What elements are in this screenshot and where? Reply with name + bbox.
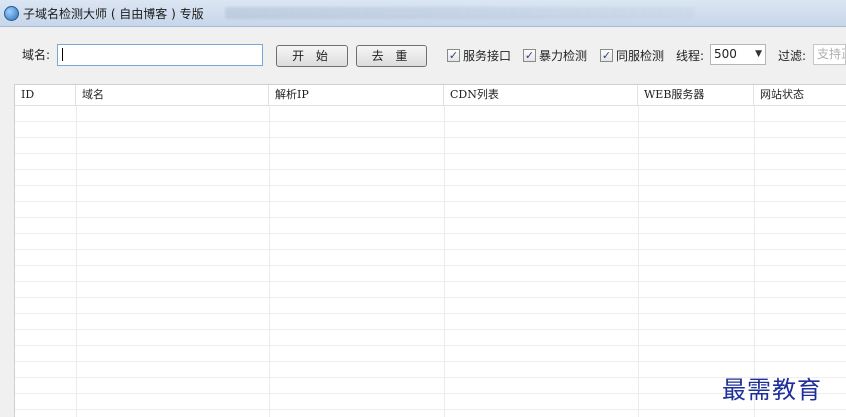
domain-input[interactable] <box>57 44 263 66</box>
chevron-down-icon: ▼ <box>755 49 762 59</box>
threads-select[interactable]: 500 ▼ <box>710 44 766 65</box>
filter-placeholder: 支持正 <box>817 47 845 61</box>
window-title: 子域名检测大师 ( 自由博客 ) 专版 <box>23 7 204 21</box>
bruteforce-label: 暴力检测 <box>539 49 588 63</box>
same-server-checkbox[interactable]: ✓ <box>600 49 613 62</box>
domain-label: 域名: <box>22 48 51 62</box>
filter-label: 过滤: <box>778 49 807 63</box>
column-header-web-server[interactable]: WEB服务器 <box>638 85 754 105</box>
column-divider <box>444 106 445 417</box>
toolbar: 域名: 开 始 去 重 ✓ 服务接口 ✓ 暴力检测 ✓ 同服检测 线程: 500… <box>0 27 846 82</box>
column-divider <box>638 106 639 417</box>
column-header-domain[interactable]: 域名 <box>76 85 269 105</box>
table-header: ID 域名 解析IP CDN列表 WEB服务器 网站状态 <box>15 85 846 106</box>
results-table[interactable]: ID 域名 解析IP CDN列表 WEB服务器 网站状态 <box>14 84 846 417</box>
service-api-checkbox[interactable]: ✓ <box>447 49 460 62</box>
threads-label: 线程: <box>676 49 705 63</box>
bruteforce-checkbox[interactable]: ✓ <box>523 49 536 62</box>
column-divider <box>76 106 77 417</box>
filter-input[interactable]: 支持正 <box>813 44 846 65</box>
watermark-text: 最需教育 <box>722 376 822 404</box>
column-divider <box>269 106 270 417</box>
dedupe-button[interactable]: 去 重 <box>356 45 427 67</box>
threads-value: 500 <box>714 47 737 61</box>
column-header-id[interactable]: ID <box>15 85 76 105</box>
column-header-cdn-list[interactable]: CDN列表 <box>444 85 638 105</box>
app-icon <box>4 6 19 21</box>
column-header-site-status[interactable]: 网站状态 <box>754 85 846 105</box>
service-api-label: 服务接口 <box>463 49 512 63</box>
start-button[interactable]: 开 始 <box>276 45 348 67</box>
text-caret <box>62 48 63 61</box>
blurred-background-text <box>225 7 695 19</box>
title-bar: 子域名检测大师 ( 自由博客 ) 专版 <box>0 0 846 27</box>
column-header-resolved-ip[interactable]: 解析IP <box>269 85 444 105</box>
same-server-label: 同服检测 <box>616 49 665 63</box>
